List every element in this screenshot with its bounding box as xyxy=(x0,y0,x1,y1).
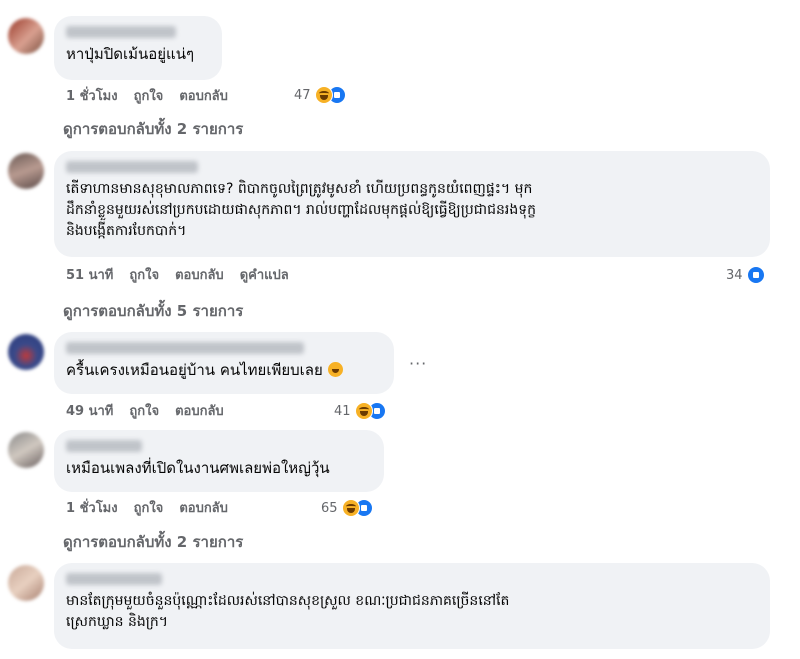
like-icon xyxy=(746,266,765,284)
comment-time[interactable]: 51 นาที xyxy=(66,264,113,285)
reaction-count: 34 xyxy=(726,267,743,283)
comment-actions: 1 ชั่วโมง ถูกใจ ตอบกลับ xyxy=(66,498,244,516)
avatar[interactable] xyxy=(8,153,44,189)
reaction-summary[interactable]: 34 xyxy=(726,264,765,286)
commenter-name[interactable] xyxy=(66,573,162,585)
comment-bubble: เหมือนเพลงที่เปิดในงานศพเลยพ่อใหญ่วุ้น xyxy=(54,430,384,492)
translate-link[interactable]: ดูคำแปล xyxy=(240,264,289,285)
view-replies-link[interactable]: ดูการตอบกลับทั้ง 5 รายการ xyxy=(63,299,243,323)
haha-icon xyxy=(354,402,373,420)
comment-time[interactable]: 49 นาที xyxy=(66,400,113,421)
view-replies-link[interactable]: ดูการตอบกลับทั้ง 2 รายการ xyxy=(63,117,243,141)
haha-icon xyxy=(341,499,360,517)
reaction-summary[interactable]: 65 xyxy=(321,497,373,519)
haha-icon xyxy=(314,86,333,104)
reply-button[interactable]: ตอบกลับ xyxy=(175,264,224,285)
avatar[interactable] xyxy=(8,565,44,601)
comment-text: หาปุ่มปิดเม้นอยู่แน่ๆ xyxy=(66,45,195,63)
avatar[interactable] xyxy=(8,432,44,468)
commenter-name[interactable] xyxy=(66,440,142,452)
comment-text: មានតែក្រុមមួយចំនួនប៉ុណ្ណោះដែលរស់នៅបានសុខ… xyxy=(66,593,510,630)
reaction-count: 47 xyxy=(294,87,311,103)
commenter-name[interactable] xyxy=(66,26,176,38)
like-button[interactable]: ถูกใจ xyxy=(134,497,164,518)
commenter-name[interactable] xyxy=(66,342,304,354)
comment-bubble: หาปุ่มปิดเม้นอยู่แน่ๆ xyxy=(54,16,222,80)
comment-time[interactable]: 1 ชั่วโมง xyxy=(66,85,118,106)
reaction-summary[interactable]: 41 xyxy=(334,400,386,422)
comment-bubble: ครื้นเครงเหมือนอยู่บ้าน คนไทยเพียบเลย xyxy=(54,332,394,394)
more-options-button[interactable]: ··· xyxy=(409,354,427,373)
comment-actions: 49 นาที ถูกใจ ตอบกลับ xyxy=(66,401,240,419)
laughing-emoji-icon xyxy=(327,362,343,377)
reaction-count: 65 xyxy=(321,500,338,516)
reply-button[interactable]: ตอบกลับ xyxy=(175,400,224,421)
like-button[interactable]: ถูกใจ xyxy=(129,400,159,421)
comment-bubble: មានតែក្រុមមួយចំនួនប៉ុណ្ណោះដែលរស់នៅបានសុខ… xyxy=(54,563,770,649)
comment-text: เหมือนเพลงที่เปิดในงานศพเลยพ่อใหญ่วุ้น xyxy=(66,459,330,477)
reply-button[interactable]: ตอบกลับ xyxy=(179,497,228,518)
comment-actions: 51 นาที ถูกใจ ตอบกลับ ดูคำแปล xyxy=(66,265,305,283)
like-button[interactable]: ถูกใจ xyxy=(134,85,164,106)
avatar[interactable] xyxy=(8,334,44,370)
commenter-name[interactable] xyxy=(66,161,198,173)
avatar[interactable] xyxy=(8,18,44,54)
reaction-count: 41 xyxy=(334,403,351,419)
reply-button[interactable]: ตอบกลับ xyxy=(179,85,228,106)
reaction-summary[interactable]: 47 xyxy=(294,84,346,106)
comment-text: តើទាហានមានសុខុមាលភាពទេ? ពិបាកចូលព្រៃត្រូ… xyxy=(66,181,536,239)
like-button[interactable]: ถูกใจ xyxy=(129,264,159,285)
comment-bubble: តើទាហានមានសុខុមាលភាពទេ? ពិបាកចូលព្រៃត្រូ… xyxy=(54,151,770,257)
comment-time[interactable]: 1 ชั่วโมง xyxy=(66,497,118,518)
comment-actions: 1 ชั่วโมง ถูกใจ ตอบกลับ xyxy=(66,86,244,104)
view-replies-link[interactable]: ดูการตอบกลับทั้ง 2 รายการ xyxy=(63,530,243,554)
comment-text: ครื้นเครงเหมือนอยู่บ้าน คนไทยเพียบเลย xyxy=(66,360,382,380)
